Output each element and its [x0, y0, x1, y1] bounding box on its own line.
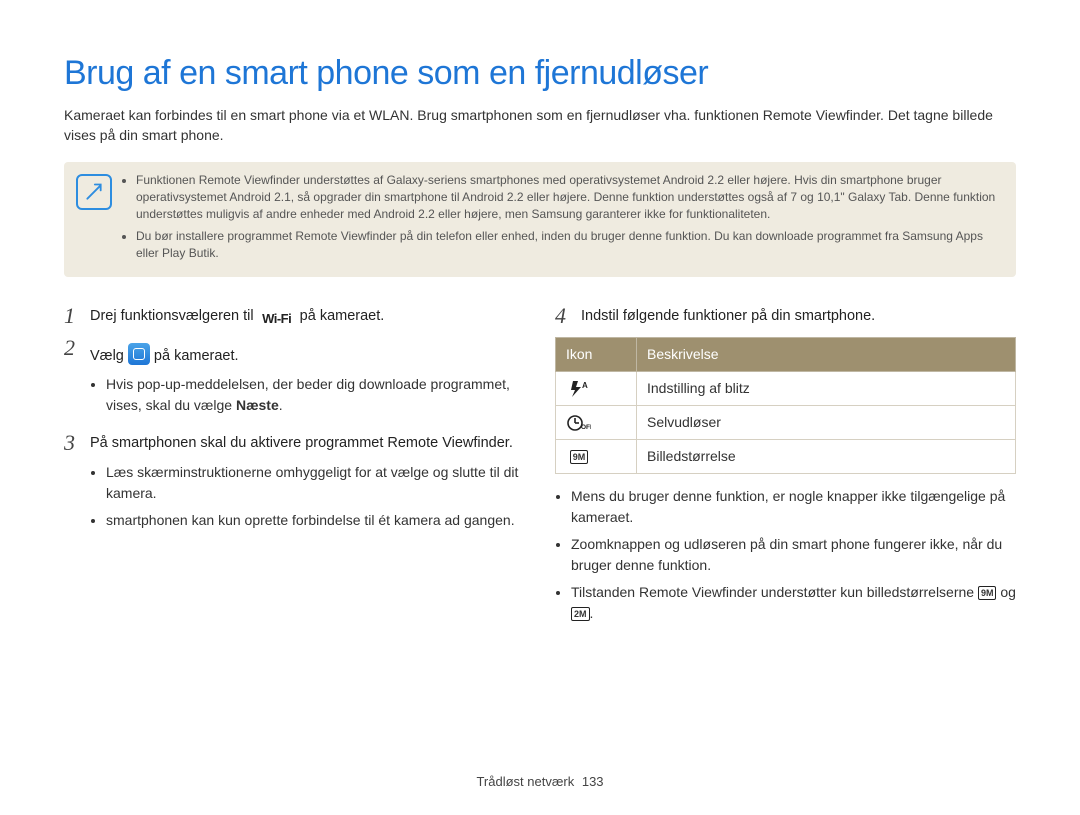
- page-footer: Trådløst netværk 133: [0, 774, 1080, 789]
- table-row: OFF Selvudløser: [556, 405, 1016, 439]
- table-cell-desc: Indstilling af blitz: [637, 371, 1016, 405]
- step-text: Indstil følgende funktioner på din smart…: [581, 303, 1016, 328]
- table-cell-desc: Selvudløser: [637, 405, 1016, 439]
- intro-text: Kameraet kan forbindes til en smart phon…: [64, 105, 1016, 146]
- table-cell-desc: Billedstørrelse: [637, 439, 1016, 473]
- wifi-icon: Wi-Fi: [258, 311, 296, 326]
- step-text: Vælg: [90, 348, 128, 364]
- table-row: A Indstilling af blitz: [556, 371, 1016, 405]
- step-number: 3: [64, 430, 90, 456]
- timer-icon: OFF: [566, 412, 592, 432]
- step-text: På smartphonen skal du aktivere programm…: [90, 430, 525, 455]
- right-column: 4 Indstil følgende funktioner på din sma…: [555, 303, 1016, 638]
- step-text: Drej funktionsvælgeren til: [90, 308, 258, 324]
- list-item: smartphonen kan kun oprette forbindelse …: [106, 510, 525, 531]
- svg-text:A: A: [582, 381, 588, 390]
- note-item: Du bør installere programmet Remote View…: [136, 228, 1002, 263]
- icon-table: Ikon Beskrivelse A Indstilling af blitz …: [555, 337, 1016, 474]
- image-size-icon: 9M: [566, 446, 592, 466]
- table-row: 9M Billedstørrelse: [556, 439, 1016, 473]
- step-text: på kameraet.: [150, 348, 239, 364]
- step-number: 1: [64, 303, 90, 329]
- remote-viewfinder-app-icon: [128, 343, 150, 365]
- step-text: på kameraet.: [296, 308, 385, 324]
- section-name: Trådløst netværk: [476, 774, 574, 789]
- page-number: 133: [582, 774, 604, 789]
- flash-icon: A: [566, 378, 592, 398]
- step-2: 2 Vælg på kameraet.: [64, 335, 525, 368]
- image-size-2m-icon: 2M: [571, 607, 590, 621]
- list-item: Læs skærminstruktionerne omhyggeligt for…: [106, 462, 525, 504]
- step-4: 4 Indstil følgende funktioner på din sma…: [555, 303, 1016, 329]
- svg-text:OFF: OFF: [581, 424, 591, 431]
- note-box: Funktionen Remote Viewfinder understøtte…: [64, 162, 1016, 277]
- list-item: Tilstanden Remote Viewfinder understøtte…: [571, 582, 1016, 624]
- step-number: 2: [64, 335, 90, 361]
- note-item: Funktionen Remote Viewfinder understøtte…: [136, 172, 1002, 224]
- table-header-icon: Ikon: [556, 337, 637, 371]
- step-1: 1 Drej funktionsvælgeren til Wi-Fi på ka…: [64, 303, 525, 329]
- list-item: Zoomknappen og udløseren på din smart ph…: [571, 534, 1016, 576]
- table-header-desc: Beskrivelse: [637, 337, 1016, 371]
- image-size-9m-icon: 9M: [978, 586, 997, 600]
- list-item: Hvis pop-up-meddelelsen, der beder dig d…: [106, 374, 525, 416]
- page-title: Brug af en smart phone som en fjernudløs…: [64, 54, 1016, 93]
- step-number: 4: [555, 303, 581, 329]
- list-item: Mens du bruger denne funktion, er nogle …: [571, 486, 1016, 528]
- left-column: 1 Drej funktionsvælgeren til Wi-Fi på ka…: [64, 303, 525, 638]
- note-icon: [76, 174, 112, 210]
- step-3: 3 På smartphonen skal du aktivere progra…: [64, 430, 525, 456]
